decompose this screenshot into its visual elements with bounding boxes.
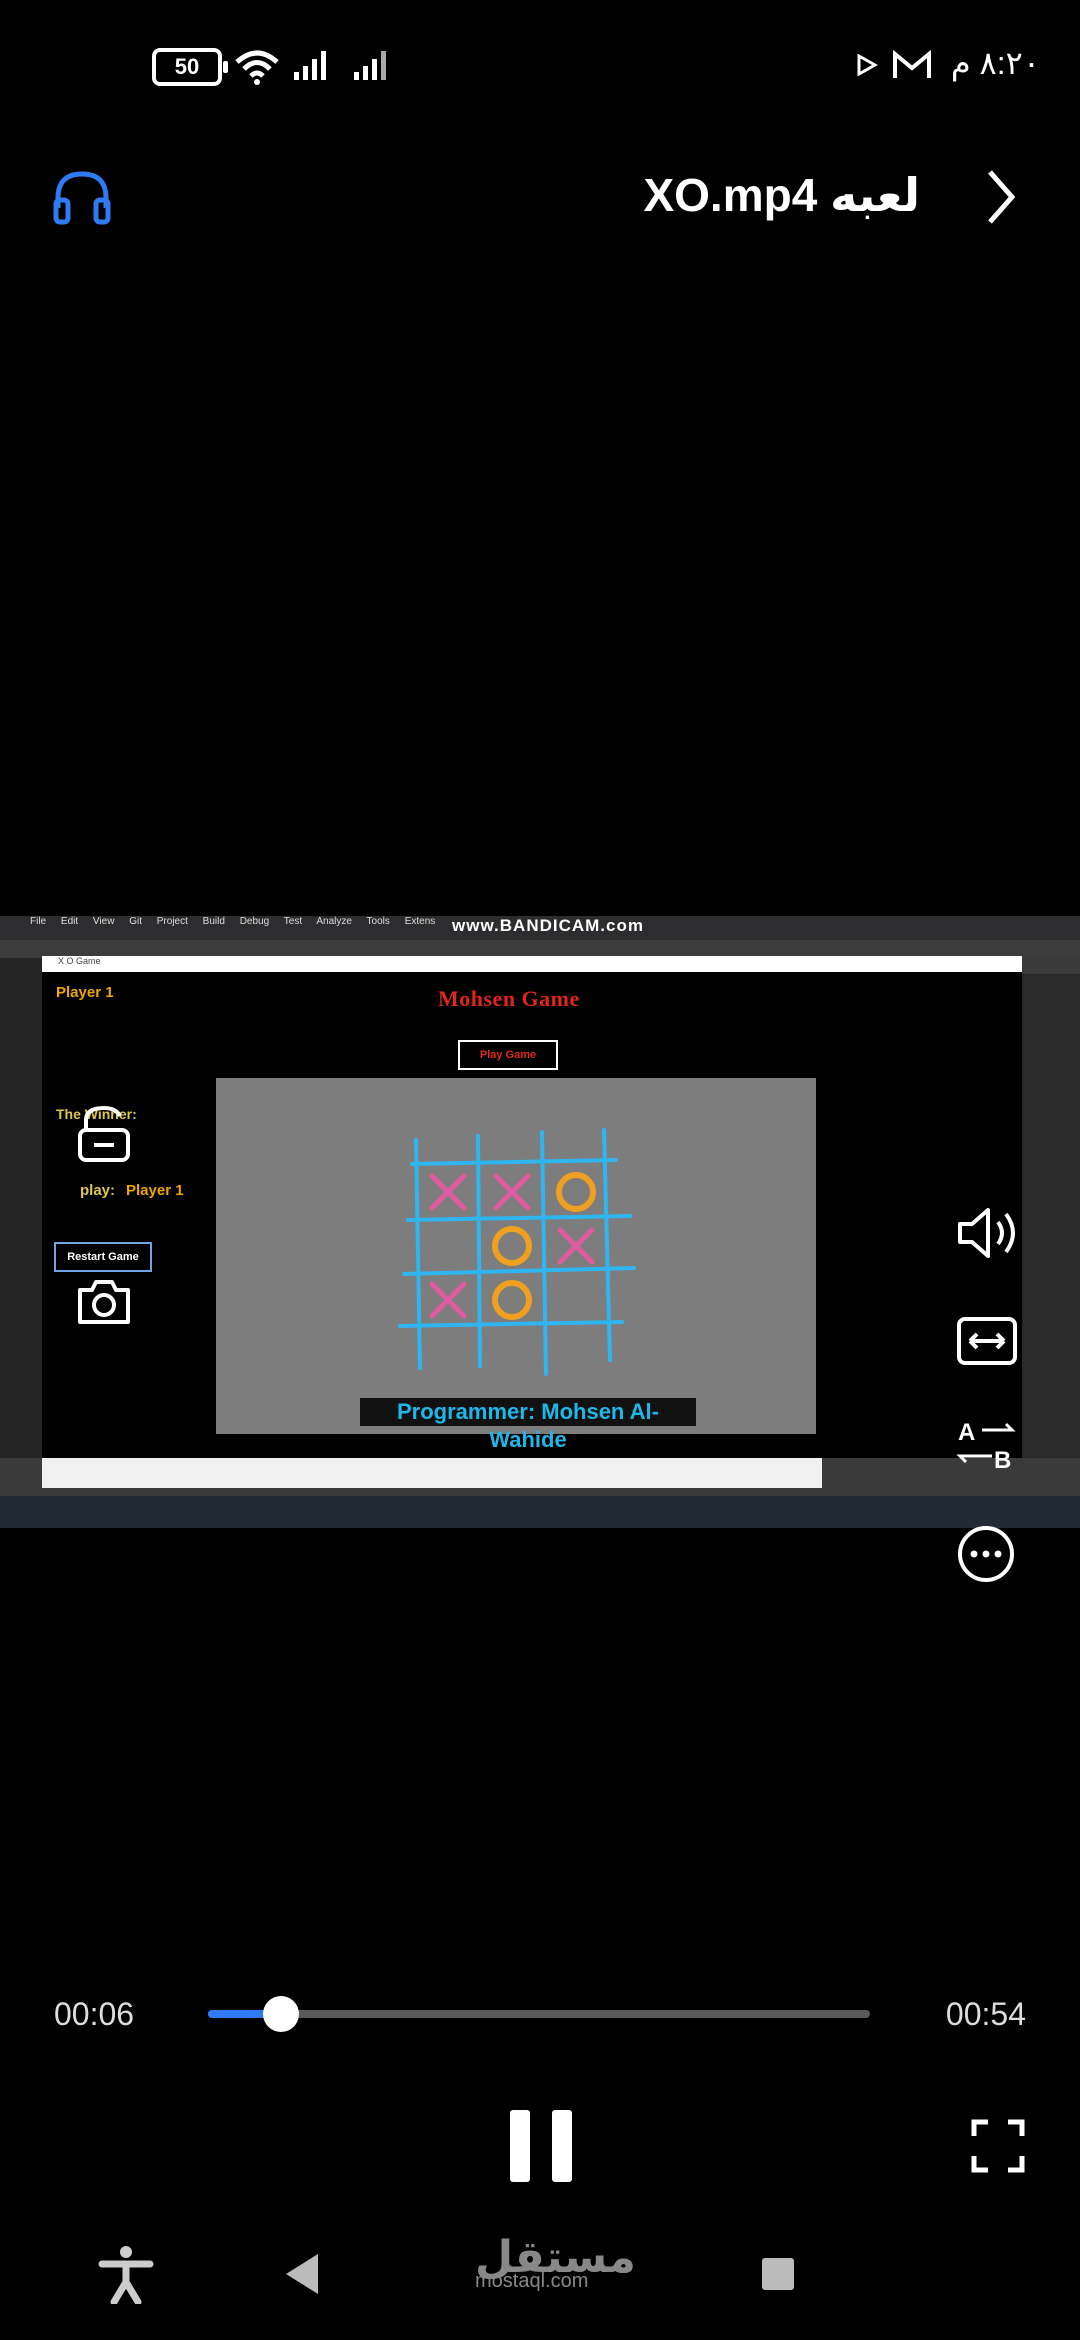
form-titlebar: X O Game bbox=[42, 956, 1022, 972]
aspect-ratio-icon[interactable] bbox=[956, 1316, 1018, 1366]
current-time: 00:06 bbox=[54, 1996, 135, 2032]
board-o-mark bbox=[492, 1226, 532, 1266]
recents-icon[interactable] bbox=[760, 2256, 796, 2292]
watermark-url: mostaql.com bbox=[475, 2270, 589, 2292]
chevron-right-icon[interactable] bbox=[984, 168, 1016, 226]
svg-text:A: A bbox=[958, 1419, 975, 1446]
signal-icon bbox=[294, 51, 386, 80]
camera-icon[interactable] bbox=[76, 1276, 132, 1326]
programmer-credit: Programmer: Mohsen Al-Wahide bbox=[360, 1398, 696, 1452]
volume-icon[interactable] bbox=[956, 1206, 1020, 1260]
back-icon[interactable] bbox=[282, 2252, 322, 2296]
ide-right-panel bbox=[1022, 974, 1080, 1458]
svg-text:B: B bbox=[994, 1447, 1011, 1472]
restart-game-button[interactable]: Restart Game bbox=[54, 1242, 152, 1272]
ide-menu-item: View bbox=[92, 916, 115, 927]
form-window-title: X O Game bbox=[58, 956, 101, 966]
board-o-mark bbox=[556, 1172, 596, 1212]
clock: ٨:٢٠ م bbox=[950, 45, 1040, 81]
ide-menu-item: Build bbox=[202, 916, 225, 927]
board-x-mark bbox=[429, 1281, 467, 1319]
game-title: Mohsen Game bbox=[438, 986, 580, 1011]
headphones-icon[interactable] bbox=[52, 168, 112, 226]
board-x-mark bbox=[493, 1173, 531, 1211]
board-x-mark bbox=[557, 1227, 595, 1265]
video-frame[interactable]: File Edit View Git Project Build Debug T… bbox=[0, 916, 1080, 1528]
ide-menu-item: Project bbox=[156, 916, 188, 927]
seek-knob[interactable] bbox=[262, 1996, 299, 2032]
ide-menu-item: Debug bbox=[239, 916, 270, 927]
windows-taskbar bbox=[0, 1496, 1080, 1528]
pause-button[interactable] bbox=[510, 2110, 572, 2182]
board-svg bbox=[398, 1128, 636, 1376]
pause-bar bbox=[552, 2110, 572, 2182]
video-title: لعبه XO.mp4 bbox=[643, 169, 920, 221]
ide-menu-item: Test bbox=[283, 916, 303, 927]
player-label: Player 1 bbox=[56, 984, 114, 1001]
lock-icon[interactable] bbox=[76, 1104, 132, 1164]
accessibility-icon[interactable] bbox=[98, 2244, 154, 2304]
board-grid bbox=[398, 1128, 636, 1376]
status-bar: 50 ٨:٢٠ م bbox=[0, 0, 1080, 130]
ide-output-panel bbox=[42, 1458, 822, 1488]
recording-watermark: www.BANDICAM.com bbox=[452, 916, 644, 935]
ide-menu-item: Analyze bbox=[316, 916, 352, 927]
gmail-icon bbox=[893, 50, 931, 78]
ide-left-panel bbox=[0, 958, 42, 1458]
pause-bar bbox=[510, 2110, 530, 2182]
board-x-mark bbox=[429, 1173, 467, 1211]
ide-menu-item: Tools bbox=[366, 916, 390, 927]
ide-menu-item: Extens bbox=[404, 916, 436, 927]
ide-menu-item: File bbox=[30, 916, 47, 927]
ide-menu-item: Edit bbox=[60, 916, 79, 927]
more-icon[interactable] bbox=[956, 1524, 1016, 1584]
total-time: 00:54 bbox=[945, 1996, 1026, 2032]
play-store-icon bbox=[857, 54, 878, 76]
wifi-icon bbox=[235, 50, 279, 85]
play-value: Player 1 bbox=[126, 1182, 184, 1199]
play-label: play: bbox=[80, 1182, 116, 1199]
seek-bar[interactable] bbox=[208, 1996, 870, 2032]
battery-indicator: 50 bbox=[152, 48, 228, 86]
board-o-mark bbox=[492, 1280, 532, 1320]
game-board bbox=[216, 1078, 816, 1434]
fullscreen-icon[interactable] bbox=[970, 2118, 1026, 2174]
ide-menu-item: Git bbox=[129, 916, 142, 927]
play-game-button[interactable]: Play Game bbox=[458, 1040, 558, 1070]
ab-repeat-icon[interactable]: A B bbox=[956, 1416, 1020, 1472]
